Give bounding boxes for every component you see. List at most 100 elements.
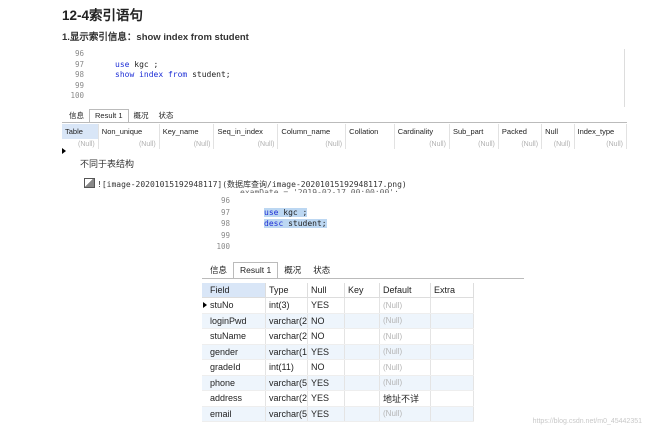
table-cell[interactable]: varchar(2 [265, 313, 308, 329]
table-cell[interactable]: (Null) [379, 313, 431, 329]
tab-status[interactable]: 状态 [307, 263, 336, 278]
table-row[interactable]: gender varchar(1 YES (Null) [202, 344, 474, 360]
table-cell[interactable] [430, 375, 474, 391]
column-header[interactable]: Null [307, 283, 345, 298]
table-cell[interactable]: varchar(1 [265, 344, 308, 360]
sql-editor-1[interactable]: 96 97 use kgc ; 98 show index from student; 9… [62, 49, 625, 107]
table-cell[interactable]: NO [307, 313, 345, 329]
table-cell[interactable]: phone [202, 375, 266, 391]
table-cell[interactable]: (Null) [449, 139, 499, 149]
table-cell[interactable]: loginPwd [202, 313, 266, 329]
table-cell[interactable]: YES [307, 297, 345, 314]
table-cell[interactable] [344, 328, 380, 345]
column-header[interactable]: Key [344, 283, 380, 298]
column-header[interactable]: Key_name [159, 124, 215, 139]
column-header[interactable]: Null [541, 124, 575, 139]
table-cell[interactable] [430, 359, 474, 376]
result-tabs-1: 信息 Result 1 概况 状态 [64, 109, 179, 122]
table-cell[interactable]: (Null) [574, 139, 627, 149]
table-cell[interactable] [430, 406, 474, 422]
column-header[interactable]: Default [379, 283, 431, 298]
table-cell[interactable]: (Null) [379, 406, 431, 422]
table-cell[interactable]: stuNo [202, 297, 266, 314]
table-cell[interactable]: gradeId [202, 359, 266, 376]
tab-status[interactable]: 状态 [154, 110, 179, 122]
table-row[interactable]: email varchar(5 YES (Null) [202, 406, 474, 422]
table-cell[interactable]: (Null) [62, 139, 99, 149]
table-cell[interactable]: (Null) [379, 328, 431, 345]
column-header[interactable]: Packed [498, 124, 543, 139]
table-cell[interactable]: YES [307, 344, 345, 360]
table-cell[interactable]: NO [307, 328, 345, 345]
table-row[interactable]: phone varchar(5 YES (Null) [202, 375, 474, 391]
column-header[interactable]: Column_name [277, 124, 347, 139]
column-header[interactable]: Index_type [574, 124, 627, 139]
table-cell[interactable] [430, 390, 474, 407]
table-cell[interactable]: (Null) [379, 344, 431, 360]
table-row[interactable]: loginPwd varchar(2 NO (Null) [202, 313, 474, 329]
table-cell[interactable]: varchar(5 [265, 375, 308, 391]
cell-text: NO [311, 331, 325, 342]
line-number: 96 [74, 49, 84, 58]
table-cell[interactable] [344, 297, 380, 314]
column-header[interactable]: Table [62, 124, 99, 139]
table-row[interactable]: address varchar(2 YES 地址不详 [202, 390, 474, 407]
table-cell[interactable]: (Null) [277, 139, 347, 149]
table-cell[interactable]: (Null) [213, 139, 279, 149]
line-number: 98 [220, 219, 230, 228]
table-cell[interactable]: (Null) [498, 139, 543, 149]
tab-result-1[interactable]: Result 1 [89, 109, 129, 122]
table-row[interactable]: stuName varchar(2 NO (Null) [202, 328, 474, 345]
table-cell[interactable] [344, 313, 380, 329]
table-cell[interactable]: NO [307, 359, 345, 376]
column-header[interactable]: Sub_part [449, 124, 499, 139]
table-cell[interactable]: (Null) [394, 139, 450, 149]
table-cell[interactable] [345, 139, 395, 149]
table-cell[interactable]: YES [307, 406, 345, 422]
column-header[interactable]: Collation [345, 124, 395, 139]
table-cell[interactable] [344, 375, 380, 391]
column-header[interactable]: Seq_in_index [213, 124, 279, 139]
cell-text: gender [210, 346, 239, 357]
table-cell[interactable]: gender [202, 344, 266, 360]
table-row[interactable]: gradeId int(11) NO (Null) [202, 359, 474, 376]
table-cell[interactable] [430, 344, 474, 360]
tab-overview[interactable]: 概况 [278, 263, 307, 278]
sql-editor-2[interactable]: examDate = '2019-02-17 00:00:00'; 96 97 us… [200, 186, 530, 260]
tab-info[interactable]: 信息 [204, 263, 233, 278]
table-cell[interactable]: int(11) [265, 359, 308, 376]
table-cell[interactable]: (Null) [159, 139, 215, 149]
tab-info[interactable]: 信息 [64, 110, 89, 122]
code-line: 96 [62, 49, 624, 60]
table-cell[interactable]: varchar(2 [265, 328, 308, 345]
column-header[interactable]: Extra [430, 283, 474, 298]
table-cell[interactable]: varchar(5 [265, 406, 308, 422]
table-cell[interactable]: email [202, 406, 266, 422]
table-cell[interactable] [430, 313, 474, 329]
table-row[interactable]: stuNo int(3) YES (Null) [202, 297, 474, 314]
column-header[interactable]: Non_unique [98, 124, 160, 139]
table-cell[interactable]: stuName [202, 328, 266, 345]
column-header[interactable]: Cardinality [394, 124, 450, 139]
table-cell[interactable] [430, 328, 474, 345]
table-cell[interactable] [344, 359, 380, 376]
table-cell[interactable]: (Null) [541, 139, 575, 149]
table-cell[interactable]: (Null) [379, 375, 431, 391]
table-cell[interactable]: (Null) [379, 359, 431, 376]
tab-overview[interactable]: 概况 [129, 110, 154, 122]
table-cell[interactable]: address [202, 390, 266, 407]
table-cell[interactable]: YES [307, 390, 345, 407]
table-cell[interactable] [344, 406, 380, 422]
table-cell[interactable] [344, 344, 380, 360]
column-header[interactable]: Type [265, 283, 308, 298]
table-cell[interactable]: varchar(2 [265, 390, 308, 407]
table-cell[interactable] [430, 297, 474, 314]
table-cell[interactable]: (Null) [98, 139, 160, 149]
table-cell[interactable]: int(3) [265, 297, 308, 314]
table-cell[interactable]: 地址不详 [379, 390, 431, 407]
table-cell[interactable]: YES [307, 375, 345, 391]
column-header[interactable]: Field [202, 283, 266, 298]
table-cell[interactable] [344, 390, 380, 407]
tab-result-1[interactable]: Result 1 [233, 262, 279, 278]
table-cell[interactable]: (Null) [379, 297, 431, 314]
